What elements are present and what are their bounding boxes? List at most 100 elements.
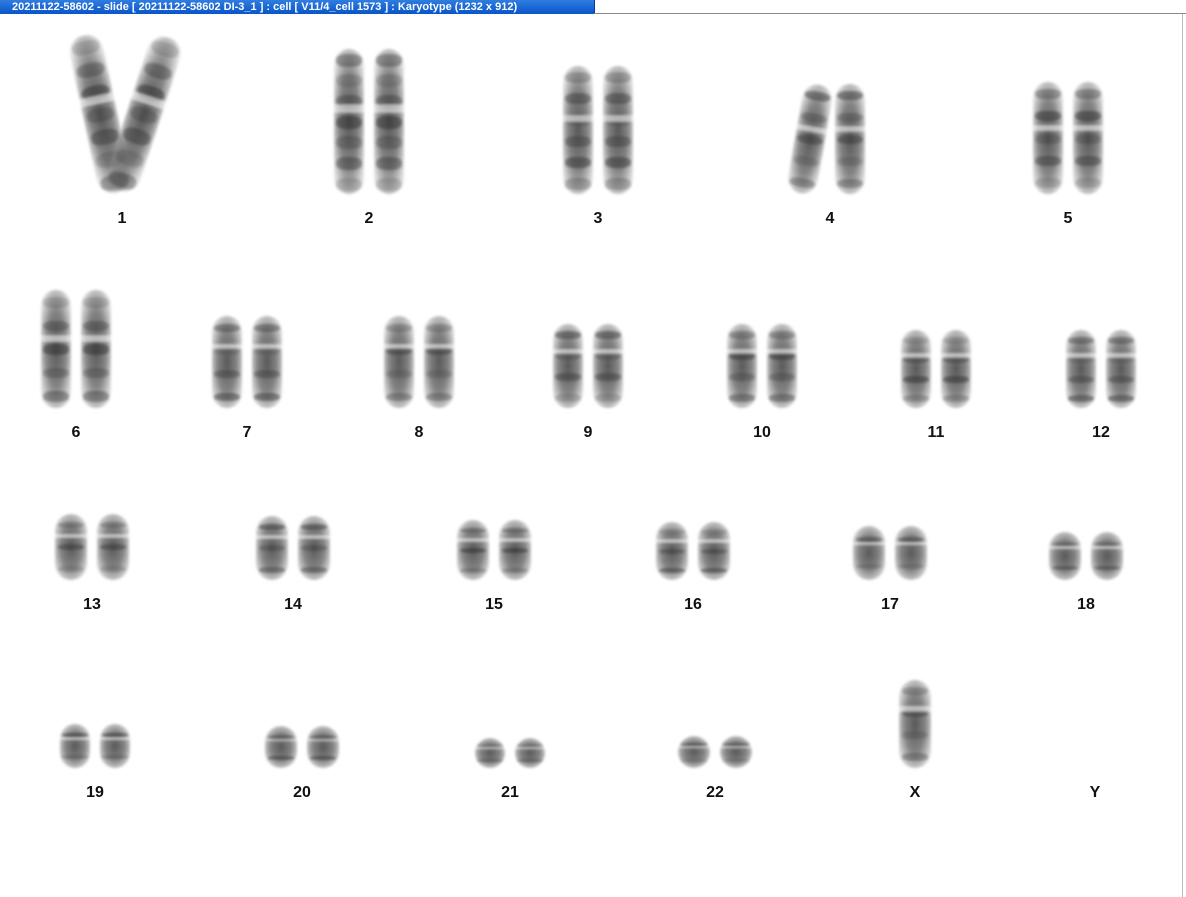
chromosome-pair-5[interactable] bbox=[978, 17, 1158, 202]
chromosome-17-2[interactable] bbox=[895, 526, 927, 580]
chromosome-17-1[interactable] bbox=[853, 526, 885, 580]
centromere bbox=[895, 542, 927, 546]
chromosome-9-1[interactable] bbox=[553, 324, 583, 408]
chromosome-3-1[interactable] bbox=[563, 66, 593, 194]
chromosome-2-1[interactable] bbox=[334, 49, 364, 194]
chromosome-15-2[interactable] bbox=[499, 520, 531, 580]
chromosome-slot-20[interactable]: 20 bbox=[212, 591, 392, 801]
chromosome-band bbox=[565, 156, 591, 169]
chromosome-12-1[interactable] bbox=[1066, 330, 1096, 408]
chromosome-band bbox=[43, 344, 69, 355]
chromosome-16-2[interactable] bbox=[698, 522, 730, 580]
chromosome-band bbox=[102, 755, 128, 760]
chromosome-19-2[interactable] bbox=[100, 724, 130, 768]
chromosome-21-1[interactable] bbox=[475, 738, 505, 768]
chromosome-22-1[interactable] bbox=[678, 736, 710, 768]
chromosome-slot-13[interactable]: 13 bbox=[2, 403, 182, 613]
chromosome-14-1[interactable] bbox=[256, 516, 288, 580]
window-titlebar[interactable]: 20211122-58602 - slide [ 20211122-58602 … bbox=[0, 0, 595, 14]
chromosome-band bbox=[43, 320, 69, 332]
chromosome-slot-1[interactable]: 1 bbox=[32, 17, 212, 227]
chromosome-pair-X[interactable] bbox=[825, 591, 1005, 776]
chromosome-4-1[interactable] bbox=[785, 82, 835, 196]
chromosome-6-2[interactable] bbox=[81, 290, 111, 408]
chromosome-2-2[interactable] bbox=[374, 49, 404, 194]
chromosome-8-2[interactable] bbox=[424, 316, 454, 408]
chromosome-16-1[interactable] bbox=[656, 522, 688, 580]
chromosome-pair-7[interactable] bbox=[157, 231, 337, 416]
chromosome-band bbox=[943, 375, 969, 383]
chromosome-20-2[interactable] bbox=[307, 726, 339, 768]
chromosome-pair-15[interactable] bbox=[404, 403, 584, 588]
chromosome-slot-14[interactable]: 14 bbox=[203, 403, 383, 613]
chromosome-13-1[interactable] bbox=[55, 514, 87, 580]
chromosome-X-1[interactable] bbox=[899, 680, 931, 768]
chromosome-slot-3[interactable]: 3 bbox=[508, 17, 688, 227]
chromosome-slot-2[interactable]: 2 bbox=[279, 17, 459, 227]
chromosome-pair-1[interactable] bbox=[32, 17, 212, 202]
chromosome-pair-14[interactable] bbox=[203, 403, 383, 588]
chromosome-pair-9[interactable] bbox=[498, 231, 678, 416]
chromosome-slot-21[interactable]: 21 bbox=[420, 591, 600, 801]
chromosome-5-2[interactable] bbox=[1073, 82, 1103, 194]
chromosome-slot-X[interactable]: X bbox=[825, 591, 1005, 801]
chromosome-band bbox=[336, 53, 362, 67]
chromosome-label-22: 22 bbox=[706, 784, 724, 801]
chromosome-7-2[interactable] bbox=[252, 316, 282, 408]
chromosome-21-2[interactable] bbox=[515, 738, 545, 768]
chromosome-8-1[interactable] bbox=[384, 316, 414, 408]
chromosome-pair-18[interactable] bbox=[996, 403, 1176, 588]
chromosome-11-2[interactable] bbox=[941, 330, 971, 408]
chromosome-pair-8[interactable] bbox=[329, 231, 509, 416]
chromosome-pair-16[interactable] bbox=[603, 403, 783, 588]
chromosome-19-1[interactable] bbox=[60, 724, 90, 768]
chromosome-pair-20[interactable] bbox=[212, 591, 392, 776]
chromosome-band bbox=[605, 92, 631, 105]
chromosome-pair-Y[interactable] bbox=[1005, 591, 1185, 776]
centromere bbox=[901, 353, 931, 359]
chromosome-pair-3[interactable] bbox=[508, 17, 688, 202]
chromosome-pair-11[interactable] bbox=[846, 231, 1026, 416]
chromosome-11-1[interactable] bbox=[901, 330, 931, 408]
chromosome-pair-12[interactable] bbox=[1011, 231, 1186, 416]
chromosome-slot-15[interactable]: 15 bbox=[404, 403, 584, 613]
chromosome-14-2[interactable] bbox=[298, 516, 330, 580]
chromosome-slot-5[interactable]: 5 bbox=[978, 17, 1158, 227]
chromosome-10-2[interactable] bbox=[767, 324, 797, 408]
chromosome-18-2[interactable] bbox=[1091, 532, 1123, 580]
chromosome-pair-13[interactable] bbox=[2, 403, 182, 588]
chromosome-band bbox=[336, 136, 362, 150]
chromosome-slot-4[interactable]: 4 bbox=[740, 17, 920, 227]
chromosome-9-2[interactable] bbox=[593, 324, 623, 408]
chromosome-pair-19[interactable] bbox=[5, 591, 185, 776]
chromosome-pair-6[interactable] bbox=[0, 231, 166, 416]
chromosome-slot-17[interactable]: 17 bbox=[800, 403, 980, 613]
chromosome-slot-19[interactable]: 19 bbox=[5, 591, 185, 801]
chromosome-pair-2[interactable] bbox=[279, 17, 459, 202]
chromosome-slot-Y[interactable]: Y bbox=[1005, 591, 1185, 801]
chromosome-13-2[interactable] bbox=[97, 514, 129, 580]
chromosome-band bbox=[258, 545, 286, 552]
chromosome-12-2[interactable] bbox=[1106, 330, 1136, 408]
chromosome-slot-16[interactable]: 16 bbox=[603, 403, 783, 613]
chromosome-7-1[interactable] bbox=[212, 316, 242, 408]
chromosome-pair-17[interactable] bbox=[800, 403, 980, 588]
chromosome-pair-4[interactable] bbox=[740, 17, 920, 202]
chromosome-slot-22[interactable]: 22 bbox=[625, 591, 805, 801]
chromosome-band bbox=[1108, 395, 1134, 403]
chromosome-4-2[interactable] bbox=[835, 84, 865, 194]
chromosome-22-2[interactable] bbox=[720, 736, 752, 768]
chromosome-20-1[interactable] bbox=[265, 726, 297, 768]
chromosome-3-2[interactable] bbox=[603, 66, 633, 194]
chromosome-18-1[interactable] bbox=[1049, 532, 1081, 580]
chromosome-10-1[interactable] bbox=[727, 324, 757, 408]
chromosome-6-1[interactable] bbox=[41, 290, 71, 408]
chromosome-pair-21[interactable] bbox=[420, 591, 600, 776]
karyotype-canvas[interactable]: 1 2 3 4 5 6 7 8 9 10 11 12 13 14 15 16 17 18 19 20 21 22 X Y bbox=[0, 14, 1182, 897]
chromosome-5-1[interactable] bbox=[1033, 82, 1063, 194]
chromosome-band bbox=[426, 392, 452, 402]
chromosome-15-1[interactable] bbox=[457, 520, 489, 580]
chromosome-pair-22[interactable] bbox=[625, 591, 805, 776]
chromosome-slot-18[interactable]: 18 bbox=[996, 403, 1176, 613]
chromosome-pair-10[interactable] bbox=[672, 231, 852, 416]
